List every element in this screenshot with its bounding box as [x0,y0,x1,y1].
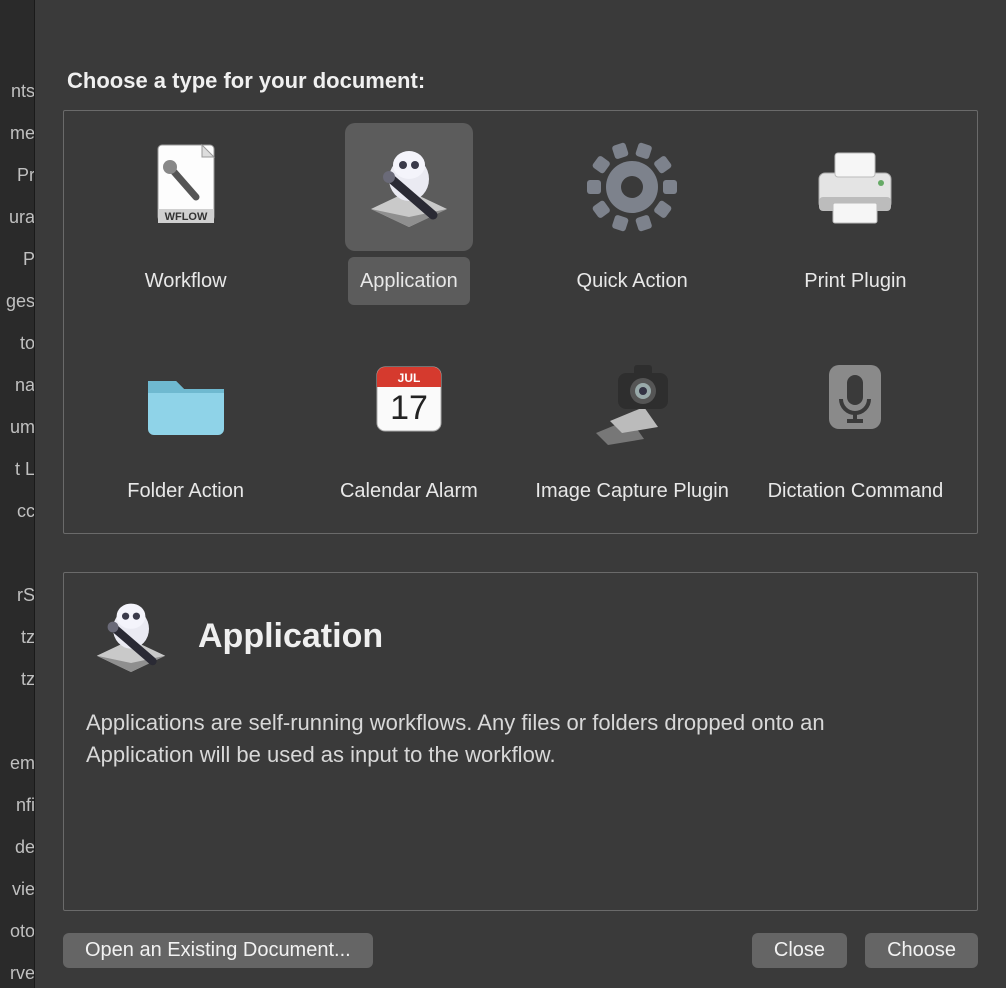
type-label: Dictation Command [756,467,956,515]
folder-icon [122,333,250,461]
close-button[interactable]: Close [752,933,847,968]
type-option-dictation[interactable]: Dictation Command [744,333,967,515]
type-label: Application [348,257,470,305]
description-panel: Application Applications are self-runnin… [63,572,978,911]
type-label: Print Plugin [792,257,918,305]
choose-button[interactable]: Choose [865,933,978,968]
dialog-prompt: Choose a type for your document: [67,68,978,94]
svg-text:WFLOW: WFLOW [164,211,207,223]
svg-text:17: 17 [390,389,428,427]
type-label: Calendar Alarm [328,467,490,515]
type-label: Folder Action [115,467,256,515]
calendar-icon: JUL 17 [345,333,473,461]
type-option-print-plugin[interactable]: Print Plugin [744,123,967,305]
type-option-calendar-alarm[interactable]: JUL 17 Calendar Alarm [297,333,520,515]
printer-icon [791,123,919,251]
automator-icon [86,591,176,681]
description-title: Application [198,617,383,656]
type-grid-container: WFLOW Workflow Application Quick Action [63,110,978,534]
automator-icon [345,123,473,251]
type-label: Image Capture Plugin [523,467,740,515]
description-text: Applications are self-running workflows.… [86,707,886,771]
mic-icon [791,333,919,461]
type-label: Workflow [133,257,239,305]
type-option-image-capture[interactable]: Image Capture Plugin [521,333,744,515]
dialog-button-row: Open an Existing Document... Close Choos… [63,933,978,968]
type-option-workflow[interactable]: WFLOW Workflow [74,123,297,305]
type-label: Quick Action [565,257,700,305]
type-option-quick-action[interactable]: Quick Action [521,123,744,305]
workflow-icon: WFLOW [122,123,250,251]
type-option-application[interactable]: Application [297,123,520,305]
open-existing-button[interactable]: Open an Existing Document... [63,933,373,968]
svg-text:JUL: JUL [398,371,421,385]
gear-icon [568,123,696,251]
camera-icon [568,333,696,461]
new-document-dialog: Choose a type for your document: WFLOW W… [34,0,1006,988]
type-grid: WFLOW Workflow Application Quick Action [74,123,967,515]
type-option-folder-action[interactable]: Folder Action [74,333,297,515]
